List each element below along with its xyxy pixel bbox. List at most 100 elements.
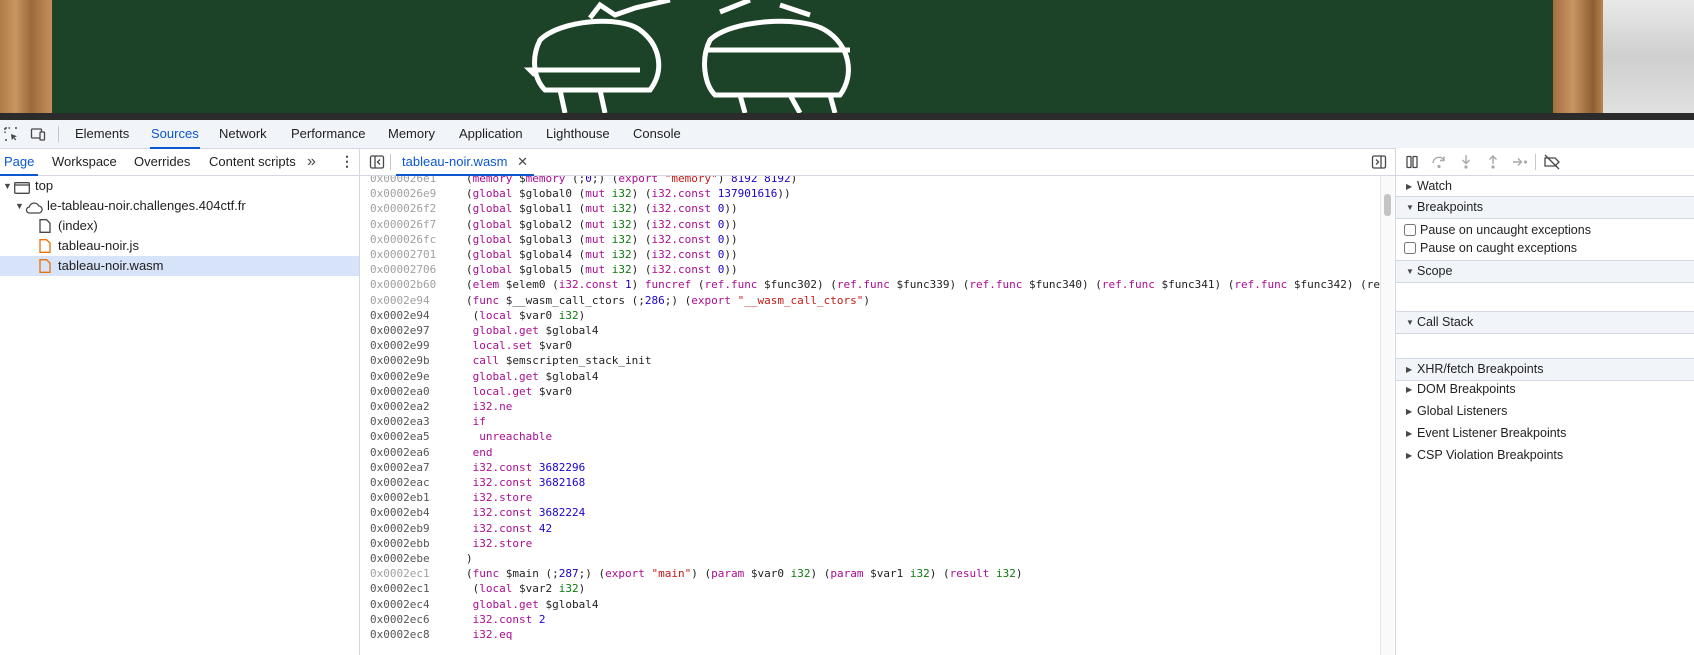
scope-pane-header[interactable]: ▼ Scope xyxy=(1396,260,1694,283)
step-out-icon[interactable] xyxy=(1485,154,1501,170)
code-line[interactable]: 0x00002706 (global $global5 (mut i32) (i3… xyxy=(360,262,1380,277)
call-stack-pane-header[interactable]: ▼ Call Stack xyxy=(1396,311,1694,334)
line-address[interactable]: 0x00002b60 xyxy=(370,277,450,292)
code-line[interactable]: 0x0002e94 (local $var0 i32) xyxy=(360,308,1380,323)
watch-pane-header[interactable]: ▶ Watch xyxy=(1396,176,1694,197)
pause-caught-checkbox[interactable] xyxy=(1404,242,1416,254)
line-address[interactable]: 0x0002e94 xyxy=(370,308,450,323)
event-listener-breakpoints-header[interactable]: ▶ Event Listener Breakpoints xyxy=(1396,423,1694,444)
line-address[interactable]: 0x0002ec1 xyxy=(370,581,450,596)
tree-item-js[interactable]: tableau-noir.js xyxy=(0,236,359,256)
line-address[interactable]: 0x0002eb1 xyxy=(370,490,450,505)
step-over-icon[interactable] xyxy=(1431,154,1447,170)
line-address[interactable]: 0x000026f2 xyxy=(370,201,450,216)
code-line[interactable]: 0x0002ea2 i32.ne xyxy=(360,399,1380,414)
code-line[interactable]: 0x0002ec6 i32.const 2 xyxy=(360,612,1380,627)
tree-item-index[interactable]: (index) xyxy=(0,216,359,236)
code-line[interactable]: 0x000026f7 (global $global2 (mut i32) (i3… xyxy=(360,217,1380,232)
code-line[interactable]: 0x0002ebe) xyxy=(360,551,1380,566)
tab-page[interactable]: Page xyxy=(0,148,39,176)
code-line[interactable]: 0x0002eb1 i32.store xyxy=(360,490,1380,505)
code-line[interactable]: 0x0002e97 global.get $global4 xyxy=(360,323,1380,338)
line-address[interactable]: 0x0002e97 xyxy=(370,323,450,338)
line-address[interactable]: 0x0002eb4 xyxy=(370,505,450,520)
line-address[interactable]: 0x0002eac xyxy=(370,475,450,490)
line-address[interactable]: 0x0002ebb xyxy=(370,536,450,551)
tab-workspace[interactable]: Workspace xyxy=(52,148,117,175)
code-line[interactable]: 0x0002ea6 end xyxy=(360,445,1380,460)
tab-network[interactable]: Network xyxy=(219,120,267,148)
deactivate-breakpoints-icon[interactable] xyxy=(1543,154,1560,170)
code-line[interactable]: 0x0002e94 (func $__wasm_call_ctors (;286;… xyxy=(360,293,1380,308)
line-address[interactable]: 0x0002ec1 xyxy=(370,566,450,581)
line-address[interactable]: 0x0002e94 xyxy=(370,293,450,308)
code-line[interactable]: 0x000026f2 (global $global1 (mut i32) (i3… xyxy=(360,201,1380,216)
step-into-icon[interactable] xyxy=(1458,154,1474,170)
line-address[interactable]: 0x0002ec6 xyxy=(370,612,450,627)
line-address[interactable]: 0x0002eb9 xyxy=(370,521,450,536)
scrollbar-thumb[interactable] xyxy=(1384,194,1391,216)
breakpoints-pane-header[interactable]: ▼ Breakpoints xyxy=(1396,196,1694,219)
code-line[interactable]: 0x0002e9b call $emscripten_stack_init xyxy=(360,353,1380,368)
toggle-debugger-sidebar-icon[interactable] xyxy=(1371,154,1387,173)
code-line[interactable]: 0x0002eb9 i32.const 42 xyxy=(360,521,1380,536)
code-line[interactable]: 0x0002ebb i32.store xyxy=(360,536,1380,551)
inspect-element-icon[interactable] xyxy=(3,126,19,142)
code-line[interactable]: 0x0002ea7 i32.const 3682296 xyxy=(360,460,1380,475)
tab-content-scripts[interactable]: Content scripts xyxy=(209,148,296,175)
toggle-navigator-icon[interactable] xyxy=(369,154,385,173)
tab-console[interactable]: Console xyxy=(633,120,681,148)
code-line[interactable]: 0x000026e9 (global $global0 (mut i32) (i3… xyxy=(360,186,1380,201)
code-line[interactable]: 0x0002ea5 unreachable xyxy=(360,429,1380,444)
line-address[interactable]: 0x0002ea3 xyxy=(370,414,450,429)
line-address[interactable]: 0x0002ea7 xyxy=(370,460,450,475)
code-line[interactable]: 0x00002b60 (elem $elem0 (i32.const 1) fun… xyxy=(360,277,1380,292)
line-address[interactable]: 0x000026fc xyxy=(370,232,450,247)
code-line[interactable]: 0x0002eac i32.const 3682168 xyxy=(360,475,1380,490)
line-address[interactable]: 0x0002ea0 xyxy=(370,384,450,399)
xhr-breakpoints-header[interactable]: ▶ XHR/fetch Breakpoints xyxy=(1396,358,1694,381)
tab-lighthouse[interactable]: Lighthouse xyxy=(546,120,610,148)
close-icon[interactable]: ✕ xyxy=(517,154,528,169)
line-address[interactable]: 0x000026e9 xyxy=(370,186,450,201)
line-address[interactable]: 0x0002e9e xyxy=(370,369,450,384)
tab-elements[interactable]: Elements xyxy=(75,120,129,148)
code-line[interactable]: 0x0002ec8 i32.eq xyxy=(360,627,1380,642)
line-address[interactable]: 0x0002e99 xyxy=(370,338,450,353)
code-line[interactable]: 0x0002ea3 if xyxy=(360,414,1380,429)
pause-uncaught-checkbox[interactable] xyxy=(1404,224,1416,236)
file-tab-wasm[interactable]: tableau-noir.wasm ✕ xyxy=(396,148,535,176)
code-line[interactable]: 0x0002ec1 (local $var2 i32) xyxy=(360,581,1380,596)
dom-breakpoints-header[interactable]: ▶ DOM Breakpoints xyxy=(1396,379,1694,400)
tab-performance[interactable]: Performance xyxy=(291,120,365,148)
tree-item-top[interactable]: ▼ top xyxy=(0,176,359,196)
code-line[interactable]: 0x000026fc (global $global3 (mut i32) (i3… xyxy=(360,232,1380,247)
pause-caught-row[interactable]: Pause on caught exceptions xyxy=(1404,239,1577,257)
code-line[interactable]: 0x0002ec4 global.get $global4 xyxy=(360,597,1380,612)
line-address[interactable]: 0x0002ebe xyxy=(370,551,450,566)
tab-sources[interactable]: Sources xyxy=(150,120,200,149)
more-options-icon[interactable]: ⋮ xyxy=(340,148,354,175)
pause-uncaught-row[interactable]: Pause on uncaught exceptions xyxy=(1404,221,1591,239)
tree-item-domain[interactable]: ▼ le-tableau-noir.challenges.404ctf.fr xyxy=(0,196,359,216)
code-line[interactable]: 0x0002eb4 i32.const 3682224 xyxy=(360,505,1380,520)
code-view[interactable]: 0x000026e1 (memory $memory (;0;) (export … xyxy=(360,176,1380,655)
line-address[interactable]: 0x0002e9b xyxy=(370,353,450,368)
line-address[interactable]: 0x000026e1 xyxy=(370,176,450,186)
line-address[interactable]: 0x00002706 xyxy=(370,262,450,277)
code-line[interactable]: 0x0002ec1 (func $main (;287;) (export "ma… xyxy=(360,566,1380,581)
code-line[interactable]: 0x00002701 (global $global4 (mut i32) (i3… xyxy=(360,247,1380,262)
step-icon[interactable] xyxy=(1512,154,1528,170)
pause-icon[interactable] xyxy=(1404,154,1420,170)
tree-item-wasm[interactable]: tableau-noir.wasm xyxy=(0,256,359,276)
global-listeners-header[interactable]: ▶ Global Listeners xyxy=(1396,401,1694,422)
line-address[interactable]: 0x0002ec8 xyxy=(370,627,450,642)
line-address[interactable]: 0x0002ec4 xyxy=(370,597,450,612)
line-address[interactable]: 0x0002ea2 xyxy=(370,399,450,414)
tab-overrides[interactable]: Overrides xyxy=(134,148,190,175)
tab-application[interactable]: Application xyxy=(459,120,523,148)
device-toolbar-icon[interactable] xyxy=(30,126,46,142)
editor-scrollbar[interactable] xyxy=(1380,176,1394,655)
csp-violation-breakpoints-header[interactable]: ▶ CSP Violation Breakpoints xyxy=(1396,445,1694,466)
tab-memory[interactable]: Memory xyxy=(388,120,435,148)
